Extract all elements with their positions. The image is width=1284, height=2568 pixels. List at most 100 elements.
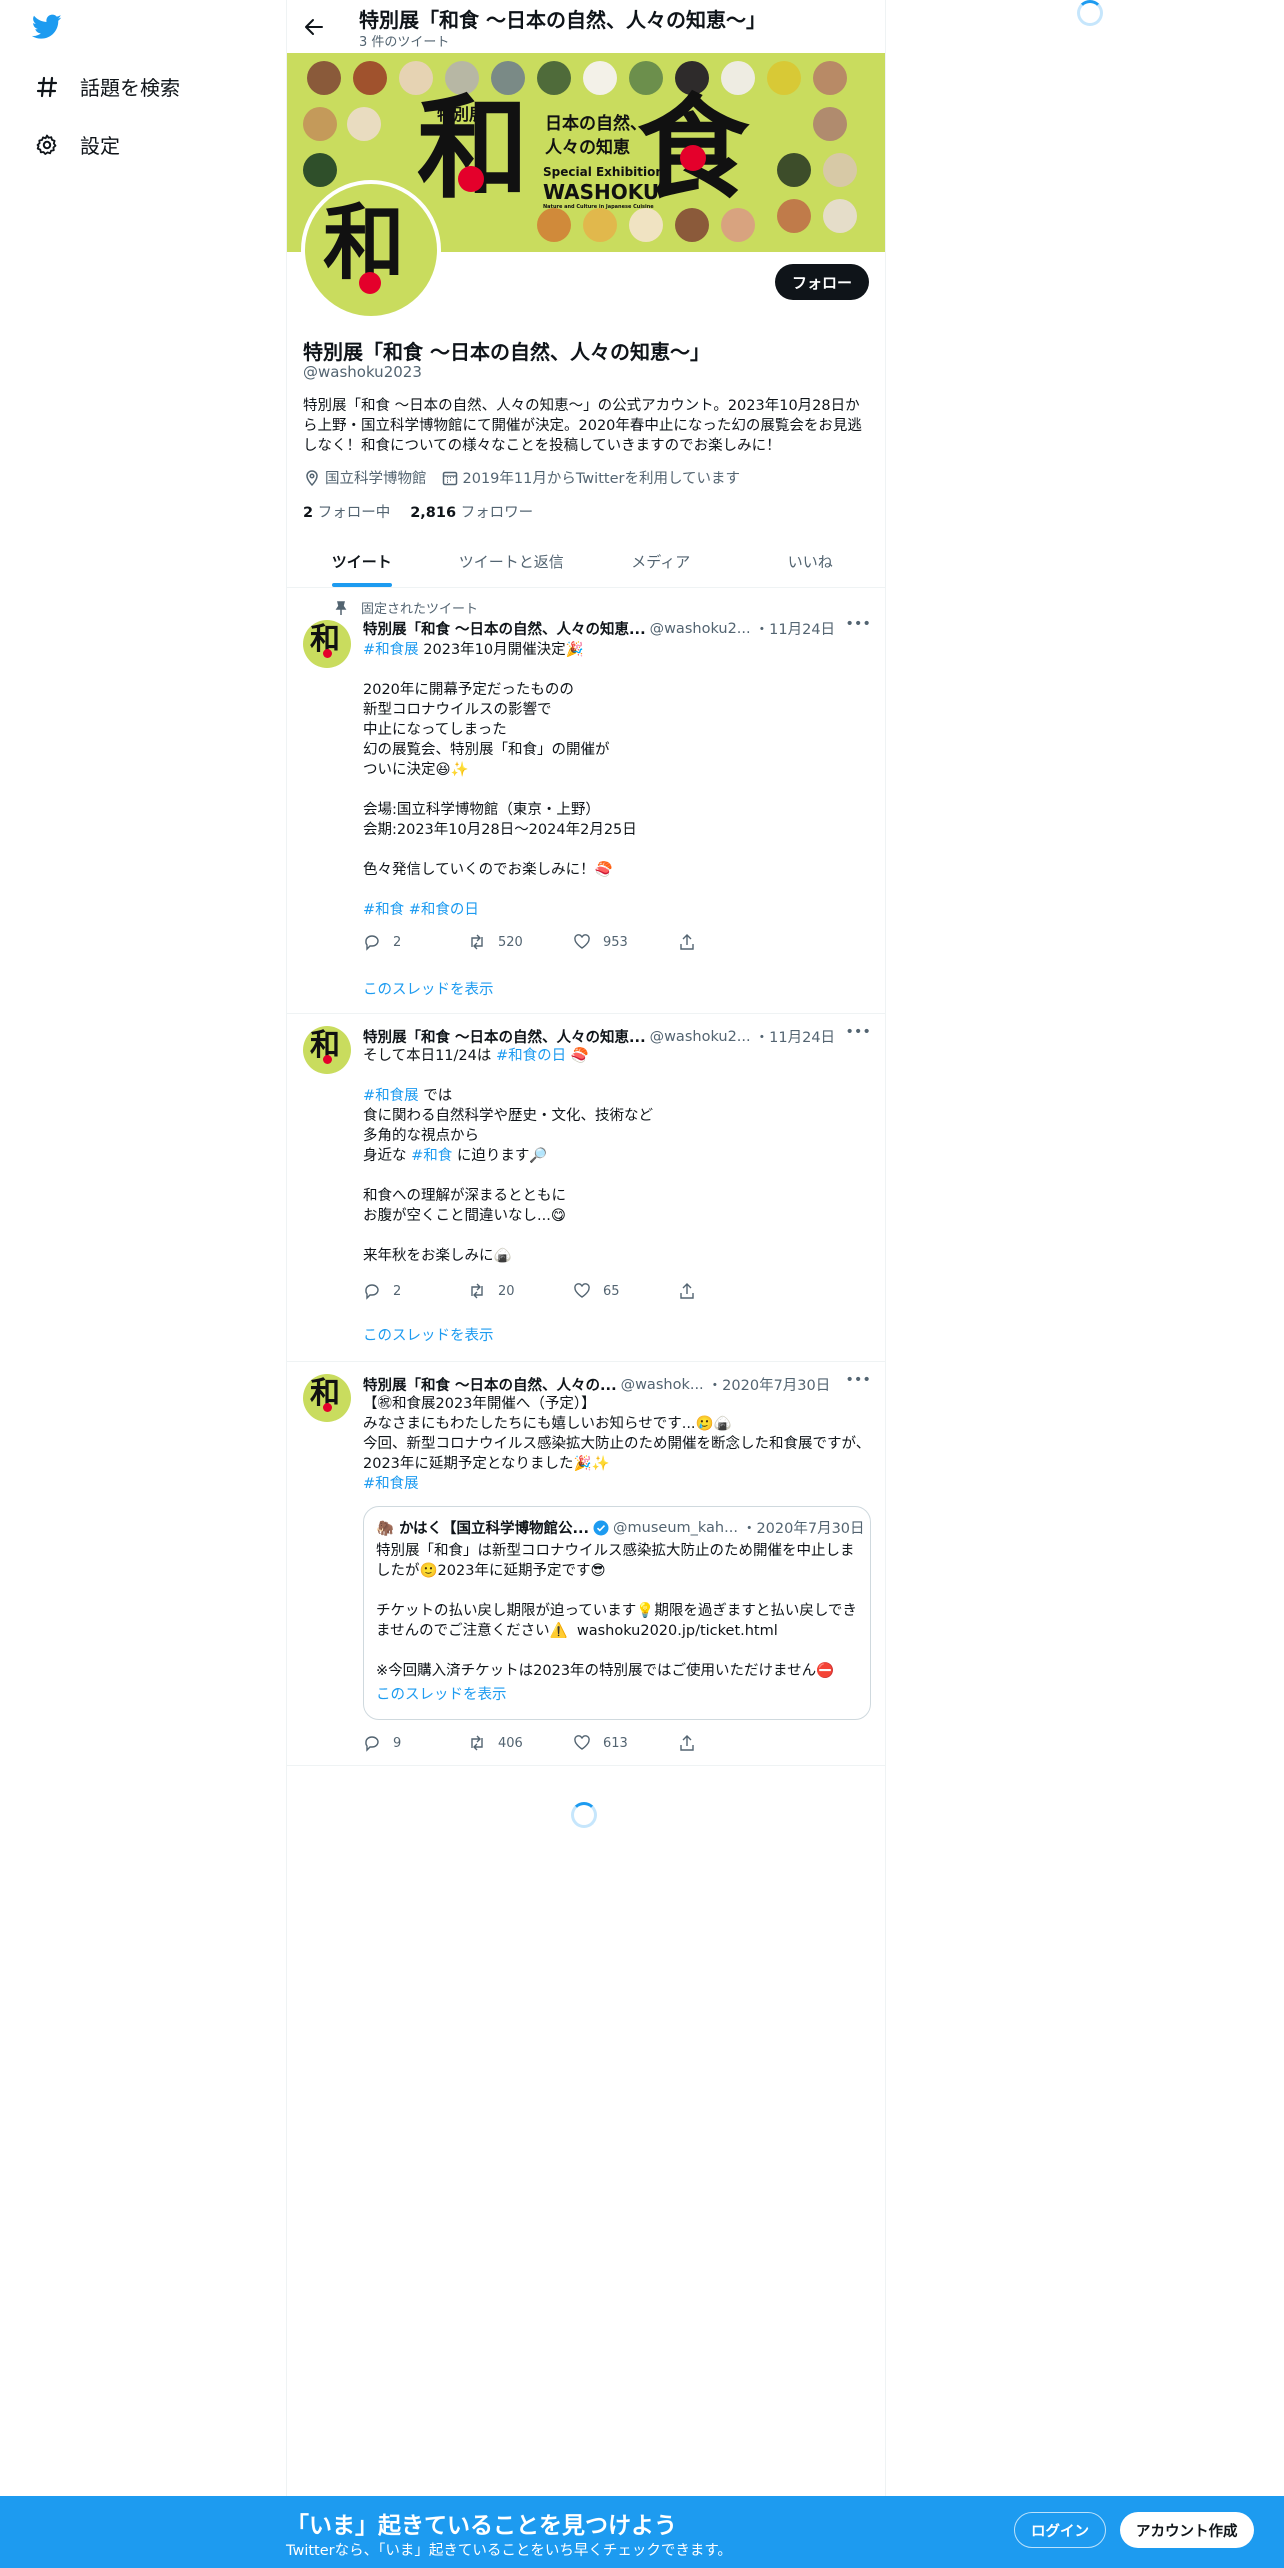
- banner-red-dot: [680, 145, 706, 171]
- show-thread-link[interactable]: このスレッドを表示: [363, 1324, 494, 1345]
- tweet-author-handle[interactable]: @washoku2...: [650, 1029, 751, 1045]
- heart-icon: [574, 934, 590, 949]
- more-options-icon[interactable]: •••: [845, 616, 871, 632]
- avatar-red-dot: [359, 272, 381, 294]
- like-count: 65: [603, 1283, 620, 1299]
- profile-joined-text: 2019年11月からTwitterを利用しています: [462, 471, 741, 487]
- following-link[interactable]: 2 フォロー中: [303, 501, 390, 522]
- hashtag-link[interactable]: #和食の日: [496, 1048, 566, 1064]
- follow-button[interactable]: フォロー: [774, 264, 869, 300]
- hashtag-link[interactable]: #和食: [411, 1148, 452, 1164]
- hashtag-links[interactable]: #和食 #和食の日: [363, 900, 871, 920]
- quoted-tweet-header: 🦣 かはく【国立科学博物館公... @museum_kah... ・2020年7…: [376, 1517, 865, 1538]
- tweet-text: 【㊗和食展2023年開催へ（予定）】 みなさまにもわたしたちにも嬉しいお知らせで…: [363, 1396, 871, 1472]
- reply-button[interactable]: 2: [363, 1282, 468, 1300]
- show-thread-link[interactable]: このスレッドを表示: [363, 978, 494, 999]
- signup-banner-subtitle: Twitterなら、「いま」起きていることをいち早くチェックできます。: [286, 2543, 732, 2559]
- banner-food-photo: [347, 107, 381, 141]
- share-button[interactable]: [678, 1734, 783, 1752]
- avatar-kanji: 和: [323, 195, 406, 291]
- hashtag-link[interactable]: #和食展: [363, 1474, 871, 1494]
- retweet-count: 406: [498, 1735, 523, 1751]
- quoted-show-thread-link[interactable]: このスレッドを表示: [376, 1683, 507, 1704]
- tweet-avatar[interactable]: 和: [303, 620, 351, 668]
- nav-explore[interactable]: 話題を検索: [34, 72, 180, 101]
- tweet-header: 特別展「和食 ～日本の自然、人々の知恵... @washoku2... ・11月…: [363, 616, 871, 639]
- hashtag-link[interactable]: #和食展: [363, 1088, 419, 1104]
- banner-food-photo: [767, 61, 801, 95]
- quoted-tweet[interactable]: 🦣 かはく【国立科学博物館公... @museum_kah... ・2020年7…: [363, 1506, 871, 1720]
- tweet-author-name[interactable]: 特別展「和食 ～日本の自然、人々の知恵...: [363, 1026, 646, 1047]
- banner-subtitle-2: 人々の知恵: [545, 138, 630, 158]
- back-arrow-icon[interactable]: [301, 14, 327, 40]
- more-options-icon[interactable]: •••: [845, 1024, 871, 1040]
- like-button[interactable]: 65: [573, 1282, 678, 1300]
- banner-food-photo: [823, 199, 857, 233]
- tweet-author-name[interactable]: 特別展「和食 ～日本の自然、人々の知恵...: [363, 618, 646, 639]
- hashtag-link[interactable]: #和食展: [363, 642, 419, 658]
- verified-badge-icon: [593, 1520, 609, 1536]
- header-title: 特別展「和食 ～日本の自然、人々の知恵～」: [359, 8, 766, 32]
- share-icon: [680, 1283, 694, 1299]
- tweet-text-line-2: #和食展 では: [363, 1086, 871, 1106]
- banner-food-photo: [303, 107, 337, 141]
- avatar-red-dot: [323, 1055, 332, 1064]
- location-pin-icon: [306, 469, 318, 486]
- tweet-date[interactable]: ・2020年7月30日: [708, 1374, 831, 1395]
- nav-settings-label: 設定: [80, 134, 120, 158]
- profile-tabs: ツイート ツイートと返信 メディア いいね: [287, 535, 885, 588]
- like-button[interactable]: 613: [573, 1734, 678, 1752]
- nav-settings[interactable]: 設定: [34, 130, 120, 159]
- banner-red-dot: [458, 166, 484, 192]
- tweet-author-handle[interactable]: @washoku2...: [650, 621, 751, 637]
- profile-avatar[interactable]: 和: [301, 180, 441, 320]
- twitter-bird-icon[interactable]: [31, 14, 64, 42]
- retweet-button[interactable]: 20: [468, 1282, 573, 1300]
- reply-button[interactable]: 2: [363, 933, 468, 951]
- quoted-author-name: 🦣 かはく【国立科学博物館公...: [376, 1521, 590, 1537]
- tab-tweets-and-replies[interactable]: ツイートと返信: [437, 535, 587, 587]
- banner-food-photo: [303, 153, 337, 187]
- tab-likes[interactable]: いいね: [736, 535, 886, 587]
- tab-tweets[interactable]: ツイート: [287, 535, 437, 587]
- like-count: 613: [603, 1735, 628, 1751]
- like-button[interactable]: 953: [573, 933, 678, 951]
- signup-button[interactable]: アカウント作成: [1120, 2512, 1254, 2548]
- tweet-text-line-5: 和食への理解が深まるとともに お腹が空くこと間違いなし...😋 来年秋をお楽しみ…: [363, 1188, 566, 1264]
- retweet-icon: [471, 934, 483, 950]
- retweet-button[interactable]: 406: [468, 1734, 573, 1752]
- loading-spinner: [1077, 0, 1103, 26]
- tweet-actions: 2 20 65: [363, 1282, 793, 1300]
- gear-icon: [34, 132, 60, 158]
- tweet-text-line-3: 食に関わる自然科学や歴史・文化、技術など 多角的な視点から: [363, 1108, 653, 1144]
- banner-food-photo: [353, 61, 387, 95]
- followers-link[interactable]: 2,816 フォロワー: [410, 501, 533, 522]
- tweet-author-name[interactable]: 特別展「和食 ～日本の自然、人々の...: [363, 1374, 617, 1395]
- retweet-button[interactable]: 520: [468, 933, 573, 951]
- tweet-date[interactable]: ・11月24日: [755, 618, 835, 639]
- share-icon: [680, 1735, 694, 1751]
- share-button[interactable]: [678, 1282, 783, 1300]
- reply-button[interactable]: 9: [363, 1734, 468, 1752]
- tweet-author-handle[interactable]: @washok...: [621, 1377, 704, 1393]
- tweet[interactable]: 固定されたツイート 和 特別展「和食 ～日本の自然、人々の知恵... @wash…: [287, 588, 885, 1014]
- tab-media[interactable]: メディア: [586, 535, 736, 587]
- heart-icon: [574, 1283, 590, 1298]
- reply-icon: [365, 1284, 379, 1300]
- quoted-author-handle: @museum_kah...: [613, 1519, 738, 1536]
- tweet[interactable]: 和 特別展「和食 ～日本の自然、人々の知恵... @washoku2... ・1…: [287, 1014, 885, 1362]
- tweet-avatar[interactable]: 和: [303, 1026, 351, 1074]
- retweet-icon: [471, 1283, 483, 1299]
- signup-banner: 「いま」起きていることを見つけよう Twitterなら、「いま」起きていることを…: [0, 2496, 1284, 2568]
- login-button[interactable]: ログイン: [1014, 2512, 1106, 2548]
- more-options-icon[interactable]: •••: [845, 1372, 871, 1388]
- tweet-date[interactable]: ・11月24日: [755, 1026, 835, 1047]
- text: では: [418, 1088, 453, 1104]
- quoted-tweet-text: 特別展「和食」は新型コロナウイルス感染拡大防止のため開催を中止しましたが🙂202…: [376, 1543, 857, 1679]
- banner-food-photo: [777, 199, 811, 233]
- share-button[interactable]: [678, 933, 783, 951]
- pinned-indicator: 固定されたツイート: [333, 598, 478, 617]
- tweet[interactable]: 和 特別展「和食 ～日本の自然、人々の... @washok... ・2020年…: [287, 1362, 885, 1766]
- tweet-avatar[interactable]: 和: [303, 1374, 351, 1422]
- reply-count: 2: [393, 934, 402, 950]
